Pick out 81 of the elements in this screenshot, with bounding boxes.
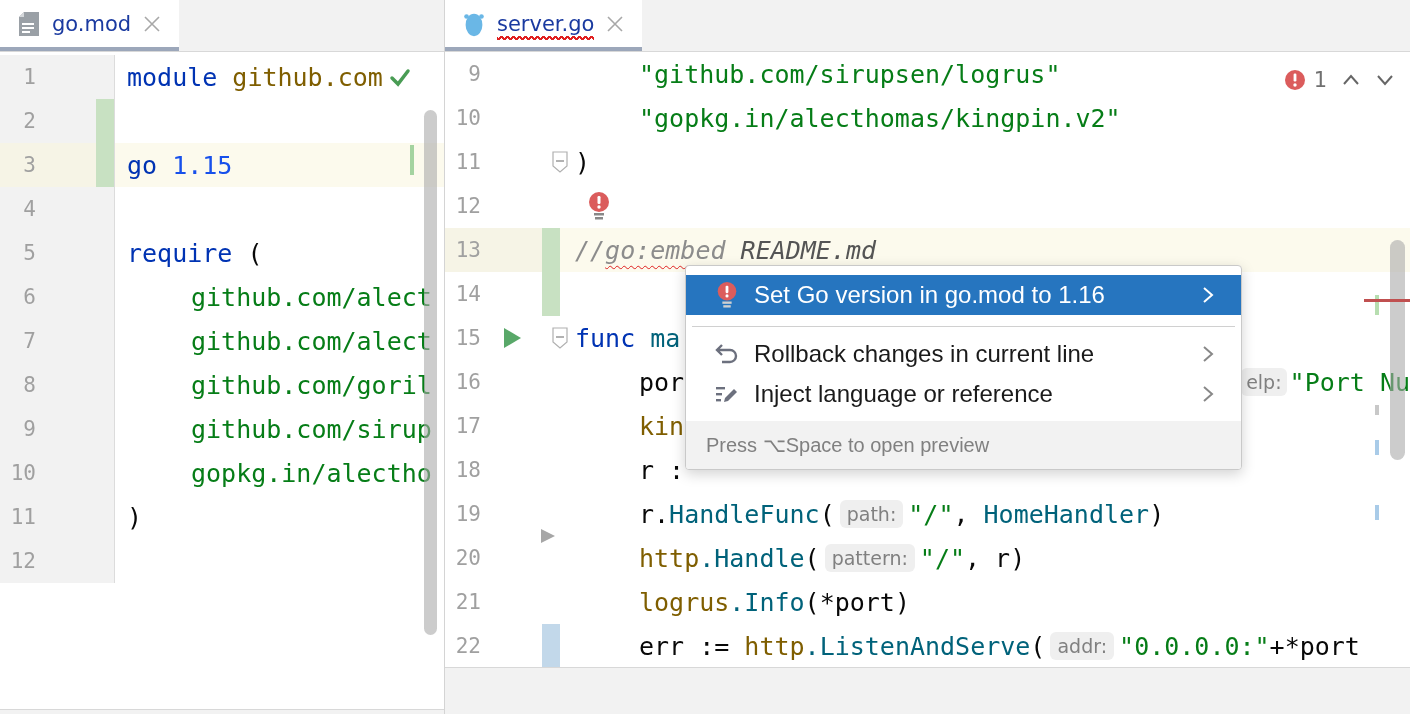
code-text: "gopkg.in/alecthomas/kingpin.v2" bbox=[639, 103, 1121, 133]
line-number: 10 bbox=[9, 460, 36, 487]
line-number: 4 bbox=[22, 196, 36, 223]
close-icon[interactable] bbox=[143, 14, 162, 33]
code-text: require ( bbox=[127, 238, 263, 268]
error-stripe-mark bbox=[1375, 440, 1379, 455]
editor-tab[interactable]: go.mod bbox=[0, 0, 180, 51]
line-number: 12 bbox=[9, 548, 36, 575]
code-text: "github.com/sirupsen/logrus" bbox=[639, 59, 1061, 89]
line-number: 22 bbox=[454, 633, 481, 660]
change-marker[interactable] bbox=[96, 99, 114, 143]
code-text: module github.com bbox=[127, 62, 383, 92]
parameter-hint: addr: bbox=[1050, 632, 1115, 660]
line-number: 11 bbox=[9, 504, 36, 531]
code-text: err := http.ListenAndServe( bbox=[639, 631, 1046, 661]
code-text: kin bbox=[639, 411, 685, 441]
change-marker[interactable] bbox=[96, 143, 114, 187]
line-number: 3 bbox=[22, 152, 36, 179]
menu-item[interactable]: Set Go version in go.mod to 1.16 bbox=[686, 275, 1241, 315]
menu-item[interactable]: Rollback changes in current line bbox=[686, 334, 1241, 374]
menu-item[interactable]: Inject language or reference bbox=[686, 374, 1241, 414]
code-text: http.Handle( bbox=[639, 543, 820, 573]
line-number: 9 bbox=[22, 416, 36, 443]
change-marker[interactable] bbox=[542, 228, 560, 272]
code-text: //go:embed README.md bbox=[575, 235, 877, 265]
line-number: 16 bbox=[454, 369, 481, 396]
code-text: gopkg.in/alectho bbox=[191, 458, 432, 488]
code-text: r : bbox=[639, 455, 685, 485]
code-text: github.com/alect bbox=[191, 326, 432, 356]
code-text: "0.0.0.0:"+*port bbox=[1119, 631, 1360, 661]
close-icon[interactable] bbox=[606, 14, 625, 33]
code-text: "Port Nu bbox=[1289, 367, 1410, 397]
code-text: r.HandleFunc( bbox=[639, 499, 835, 529]
line-number: 1 bbox=[22, 64, 36, 91]
parameter-hint: elp: bbox=[1241, 368, 1287, 396]
line-number: 6 bbox=[22, 284, 36, 311]
line-number: 15 bbox=[454, 325, 481, 352]
line-number: 10 bbox=[454, 105, 481, 132]
line-number: 19 bbox=[454, 501, 481, 528]
line-number: 18 bbox=[454, 457, 481, 484]
triangle-icon bbox=[540, 528, 556, 544]
parameter-hint: path: bbox=[839, 500, 904, 528]
fold-icon[interactable] bbox=[552, 151, 568, 173]
code-text: github.com/sirup bbox=[191, 414, 432, 444]
error-bulb-icon bbox=[587, 192, 611, 220]
change-marker[interactable] bbox=[542, 272, 560, 316]
error-stripe-mark bbox=[410, 145, 414, 175]
line-number: 14 bbox=[454, 281, 481, 308]
line-number: 11 bbox=[454, 149, 481, 176]
code-text: "/", HomeHandler) bbox=[908, 499, 1165, 529]
tab-label: go.mod bbox=[52, 11, 132, 38]
line-number: 12 bbox=[454, 193, 481, 220]
line-number: 7 bbox=[22, 328, 36, 355]
line-number: 9 bbox=[467, 61, 481, 88]
code-text: ) bbox=[575, 147, 591, 177]
check-icon bbox=[388, 66, 411, 88]
error-stripe-mark bbox=[1375, 505, 1379, 520]
error-count[interactable]: 1 bbox=[1283, 68, 1327, 92]
hint-text: Press ⌥Space to open preview bbox=[706, 433, 990, 457]
code-text: func ma bbox=[575, 323, 681, 353]
line-number: 13 bbox=[454, 237, 481, 264]
error-stripe-mark bbox=[1375, 405, 1379, 415]
line-number: 8 bbox=[22, 372, 36, 399]
code-text: logrus.Info(*port) bbox=[639, 587, 910, 617]
code-text: go 1.15 bbox=[127, 150, 233, 180]
line-number: 20 bbox=[454, 545, 481, 572]
code-text: github.com/alect bbox=[191, 282, 432, 312]
line-number: 21 bbox=[454, 589, 481, 616]
line-number: 17 bbox=[454, 413, 481, 440]
file-icon bbox=[18, 9, 40, 38]
line-number: 2 bbox=[22, 108, 36, 135]
code-text: "/", r) bbox=[919, 543, 1026, 573]
code-text: github.com/goril bbox=[191, 370, 432, 400]
run-icon[interactable] bbox=[501, 327, 522, 349]
parameter-hint: pattern: bbox=[824, 544, 915, 572]
code-text: ) bbox=[127, 502, 143, 532]
code-text: por bbox=[639, 367, 685, 397]
change-marker[interactable] bbox=[542, 624, 560, 667]
fold-icon[interactable] bbox=[552, 327, 568, 349]
line-number: 5 bbox=[22, 240, 36, 267]
editor-tab[interactable]: server.go bbox=[445, 0, 643, 51]
